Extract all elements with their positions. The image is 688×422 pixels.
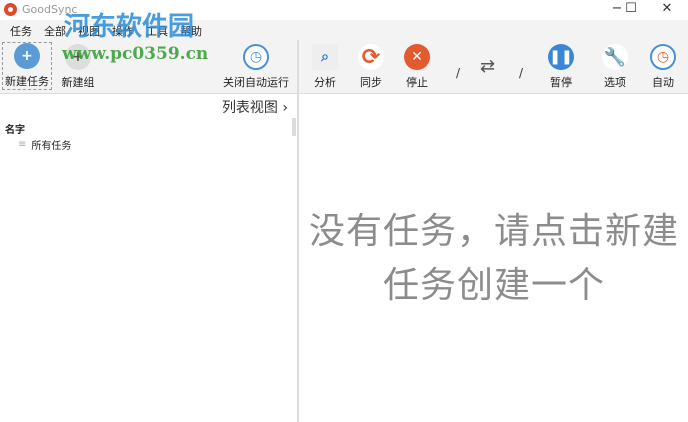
menu-task[interactable]: 任务: [4, 20, 38, 40]
wrench-icon: 🔧: [602, 44, 628, 70]
pane-splitter[interactable]: [297, 40, 299, 422]
close-button[interactable]: ✕: [650, 0, 684, 20]
stop-icon: ✕: [404, 44, 430, 70]
direction-right[interactable]: /: [519, 66, 523, 80]
sync-label: 同步: [360, 76, 382, 89]
chevron-right-icon: ›: [282, 100, 288, 116]
list-view-toggle[interactable]: 列表视图 ›: [222, 97, 288, 117]
list-item[interactable]: ≡ 所有任务: [18, 137, 71, 152]
analyze-button[interactable]: ⌕ 分析: [310, 44, 340, 90]
list-item-label: 所有任务: [31, 141, 72, 152]
auto-label: 自动: [652, 76, 674, 89]
auto-off-button[interactable]: ◷ 关闭自动运行: [220, 44, 292, 90]
pause-button[interactable]: ❚❚ 暂停: [546, 44, 576, 90]
list-view-label: 列表视图: [221, 100, 278, 116]
pause-icon: ❚❚: [548, 44, 574, 70]
new-group-label: 新建组: [61, 76, 95, 89]
stop-label: 停止: [406, 76, 428, 89]
analyze-label: 分析: [314, 76, 336, 89]
direction-left[interactable]: /: [456, 66, 460, 80]
analyze-icon: ⌕: [312, 44, 338, 70]
maximize-button[interactable]: ☐: [614, 0, 648, 20]
auto-off-label: 关闭自动运行: [223, 76, 289, 89]
stop-button[interactable]: ✕ 停止: [402, 44, 432, 90]
auto-button[interactable]: ◷ 自动: [648, 44, 678, 90]
watermark-url: www.pc0359.cn: [62, 44, 209, 64]
clock-icon: ◷: [650, 44, 676, 70]
pause-label: 暂停: [550, 76, 572, 89]
options-label: 选项: [604, 76, 626, 89]
plus-icon: +: [14, 43, 40, 69]
sync-icon: ⟳: [358, 44, 384, 70]
new-task-button[interactable]: + 新建任务: [2, 42, 52, 90]
app-logo-icon: [4, 3, 17, 16]
options-button[interactable]: 🔧 选项: [600, 44, 630, 90]
swap-direction-icon[interactable]: ⇄: [480, 56, 495, 77]
clock-icon: ◷: [243, 44, 269, 70]
empty-message: 没有任务，请点击新建任务创建一个: [308, 211, 679, 306]
task-list-pane: 列表视图 › 名字 ≡ 所有任务: [0, 95, 296, 422]
group-icon: ≡: [18, 139, 27, 150]
column-header-name[interactable]: 名字: [5, 121, 25, 136]
new-task-label: 新建任务: [5, 75, 49, 88]
watermark-site-name: 河东软件园: [64, 12, 195, 42]
scrollbar[interactable]: [292, 118, 296, 136]
sync-button[interactable]: ⟳ 同步: [356, 44, 386, 90]
